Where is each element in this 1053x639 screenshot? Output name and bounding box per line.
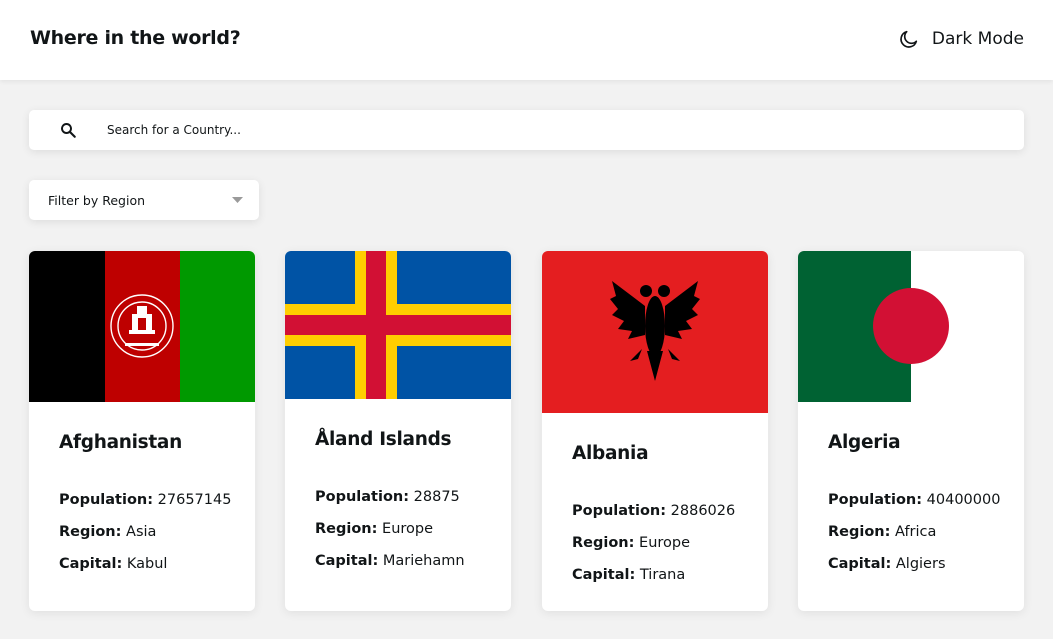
search-bar[interactable] [29, 110, 1024, 150]
aland-islands-flag [285, 251, 511, 399]
country-name: Algeria [828, 432, 901, 453]
population-label: Population: [315, 489, 410, 505]
population-row: Population: 2886026 [572, 495, 738, 527]
capital-value: Tirana [639, 567, 686, 583]
region-label: Region: [828, 524, 891, 540]
capital-row: Capital: Algiers [828, 548, 994, 580]
capital-label: Capital: [828, 556, 892, 572]
population-value: 27657145 [157, 492, 232, 508]
top-header: Where in the world? Dark Mode [0, 0, 1053, 80]
country-card-algeria[interactable]: Algeria Population: 40400000 Region: Afr… [798, 251, 1024, 611]
algeria-flag [798, 251, 1024, 402]
region-filter-dropdown[interactable]: Filter by Region [29, 180, 259, 220]
region-filter-label: Filter by Region [48, 193, 146, 208]
capital-label: Capital: [59, 556, 123, 572]
population-row: Population: 27657145 [59, 484, 231, 516]
capital-label: Capital: [315, 553, 379, 569]
search-icon [61, 123, 76, 138]
country-card-afghanistan[interactable]: Afghanistan Population: 27657145 Region:… [29, 251, 255, 611]
country-name: Åland Islands [315, 429, 452, 450]
country-name: Albania [572, 443, 649, 464]
search-input[interactable] [107, 110, 987, 150]
country-name: Afghanistan [59, 432, 182, 453]
capital-row: Capital: Tirana [572, 559, 738, 591]
region-row: Region: Asia [59, 516, 225, 548]
population-label: Population: [572, 503, 667, 519]
region-value: Asia [126, 524, 157, 540]
dark-mode-toggle[interactable]: Dark Mode [898, 28, 1024, 50]
capital-value: Kabul [126, 556, 168, 572]
population-row: Population: 40400000 [828, 484, 1000, 516]
capital-value: Algiers [895, 556, 946, 572]
population-row: Population: 28875 [315, 481, 481, 513]
capital-row: Capital: Kabul [59, 548, 225, 580]
capital-row: Capital: Mariehamn [315, 545, 481, 577]
population-label: Population: [828, 492, 923, 508]
country-card-aland-islands[interactable]: Åland Islands Population: 28875 Region: … [285, 251, 511, 611]
region-value: Europe [639, 535, 691, 551]
moon-icon [900, 30, 918, 48]
capital-label: Capital: [572, 567, 636, 583]
region-row: Region: Africa [828, 516, 994, 548]
region-value: Europe [382, 521, 434, 537]
region-label: Region: [59, 524, 122, 540]
population-value: 40400000 [926, 492, 1001, 508]
app-title: Where in the world? [30, 27, 241, 49]
population-value: 28875 [413, 489, 460, 505]
region-label: Region: [315, 521, 378, 537]
caret-down-icon [232, 197, 243, 203]
country-card-albania[interactable]: Albania Population: 2886026 Region: Euro… [542, 251, 768, 611]
dark-mode-label: Dark Mode [931, 29, 1024, 49]
region-row: Region: Europe [572, 527, 738, 559]
population-value: 2886026 [670, 503, 736, 519]
region-row: Region: Europe [315, 513, 481, 545]
population-label: Population: [59, 492, 154, 508]
albania-flag [542, 251, 768, 413]
region-value: Africa [895, 524, 937, 540]
capital-value: Mariehamn [382, 553, 465, 569]
region-label: Region: [572, 535, 635, 551]
afghanistan-flag [29, 251, 255, 402]
